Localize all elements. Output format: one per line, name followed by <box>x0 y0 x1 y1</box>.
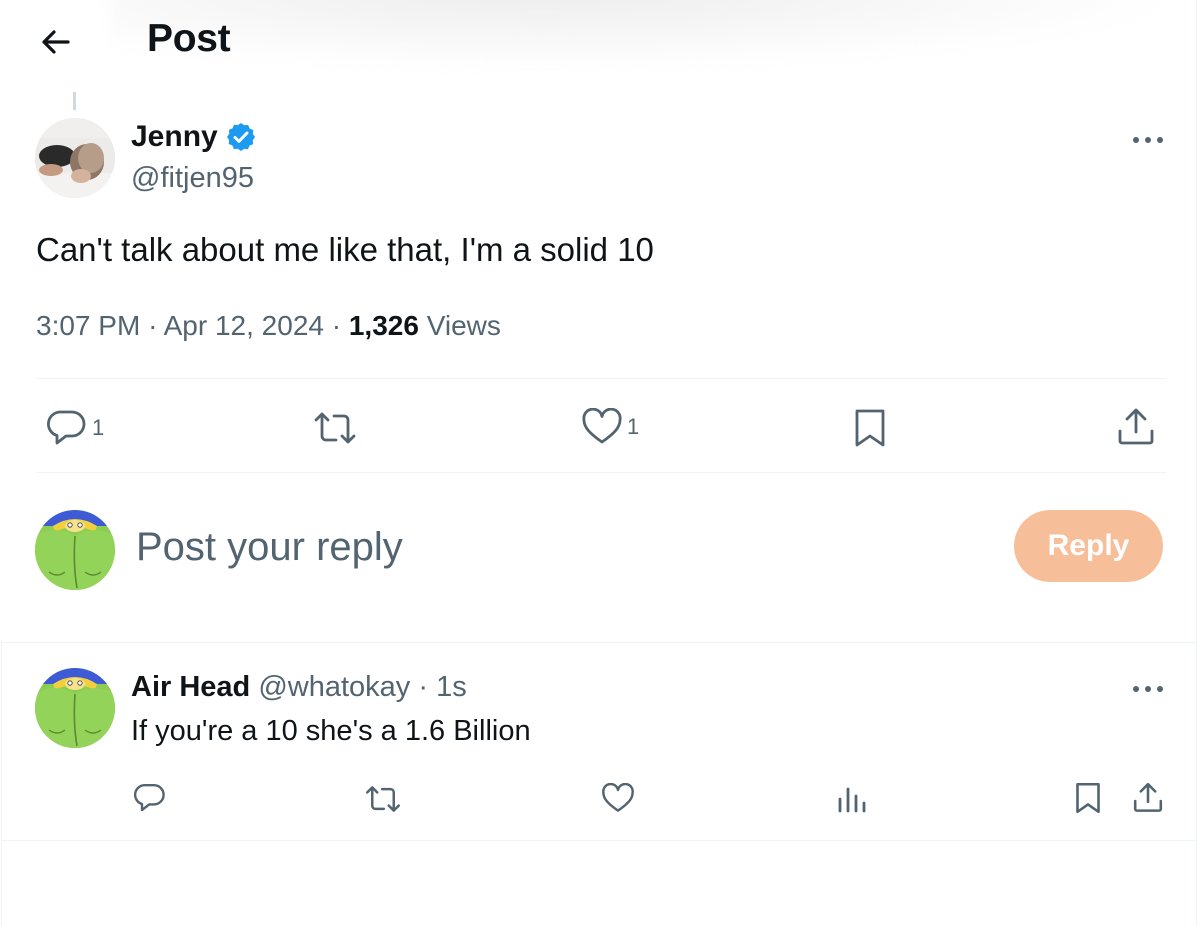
reply-item-like-action[interactable] <box>601 783 635 814</box>
page-title: Post <box>147 17 231 60</box>
post-time[interactable]: 3:07 PM <box>36 310 140 341</box>
reply-bubble-icon <box>47 410 86 445</box>
post-detail-page: Post Jenny @fitjen95 Can't talk about me… <box>0 0 1198 926</box>
more-horizontal-icon <box>1133 686 1163 692</box>
reply-button[interactable]: Reply <box>1014 510 1163 582</box>
post-metadata: 3:07 PM · Apr 12, 2024 · 1,326 Views <box>36 310 501 342</box>
heart-icon <box>582 408 622 444</box>
reply-item-repost-action[interactable] <box>364 784 402 814</box>
reply-item-share-action[interactable] <box>1132 780 1164 814</box>
share-icon <box>1133 782 1163 812</box>
reply-item-views-action[interactable] <box>837 783 867 815</box>
top-header: Post <box>0 0 1198 84</box>
share-action[interactable] <box>1116 405 1156 447</box>
bookmark-icon <box>1076 782 1100 814</box>
reply-more-button[interactable] <box>1130 677 1166 701</box>
reply-text: If you're a 10 she's a 1.6 Billion <box>131 715 531 747</box>
header-backdrop <box>110 0 1190 70</box>
post-date[interactable]: Apr 12, 2024 <box>164 310 324 341</box>
divider <box>2 840 1196 841</box>
divider <box>2 642 1196 643</box>
share-icon <box>1118 408 1154 445</box>
column-border-left <box>1 640 2 926</box>
reply-bubble-icon <box>133 784 165 812</box>
author-name-row: Jenny <box>131 120 257 154</box>
back-button[interactable] <box>36 22 76 62</box>
reply-count: 1 <box>92 415 105 440</box>
post-more-button[interactable] <box>1130 128 1166 152</box>
reply-display-name[interactable]: Air Head <box>131 671 250 703</box>
current-user-avatar[interactable] <box>35 510 115 590</box>
column-border-right <box>1196 0 1197 926</box>
analytics-icon <box>838 787 866 813</box>
meta-separator: · <box>148 310 158 341</box>
author-avatar[interactable] <box>35 118 115 198</box>
post-text: Can't talk about me like that, I'm a sol… <box>36 231 654 268</box>
reply-author-avatar-image <box>35 668 115 748</box>
repost-icon <box>366 786 400 812</box>
reply-action[interactable]: 1 <box>46 408 104 448</box>
divider <box>36 472 1166 473</box>
reply-separator: · <box>418 671 429 703</box>
meta-separator: · <box>331 310 342 341</box>
repost-action[interactable] <box>312 410 358 446</box>
thread-connector-line <box>73 92 76 110</box>
like-action[interactable]: 1 <box>581 408 639 446</box>
author-handle[interactable]: @fitjen95 <box>131 162 254 195</box>
verified-badge-icon[interactable] <box>225 121 257 153</box>
like-count: 1 <box>627 414 640 439</box>
views-count: 1,326 <box>348 310 419 341</box>
repost-icon <box>314 412 356 444</box>
reply-input[interactable] <box>136 522 956 572</box>
reply-author-avatar[interactable] <box>35 668 115 748</box>
reply-timestamp[interactable]: 1s <box>436 671 467 703</box>
bookmark-icon <box>855 409 885 447</box>
author-display-name[interactable]: Jenny <box>131 120 218 154</box>
heart-icon <box>602 783 634 812</box>
reply-header: Air Head @whatokay · 1s <box>131 671 467 704</box>
bookmark-action[interactable] <box>853 407 887 449</box>
reply-handle[interactable]: @whatokay <box>258 671 410 703</box>
divider <box>36 378 1166 379</box>
reply-item-reply-action[interactable] <box>133 782 167 814</box>
more-horizontal-icon <box>1133 137 1163 143</box>
arrow-left-icon <box>42 30 70 54</box>
author-avatar-photo <box>35 118 115 198</box>
reply-item-bookmark-action[interactable] <box>1074 781 1102 815</box>
views-label: Views <box>426 310 501 341</box>
current-user-avatar-image <box>35 510 115 590</box>
